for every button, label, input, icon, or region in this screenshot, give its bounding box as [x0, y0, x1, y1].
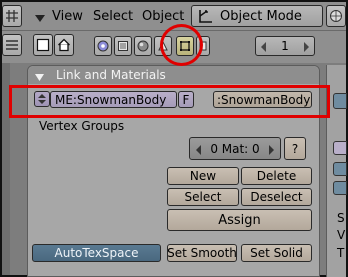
right-label: T [337, 246, 345, 260]
highlight-rectangle [9, 85, 330, 118]
collapse-menu-icon[interactable] [35, 12, 45, 22]
select-material-label: Select [184, 190, 222, 204]
right-label: V [337, 228, 346, 242]
vertex-groups-label: Vertex Groups [39, 119, 125, 133]
frame-number-value: 1 [281, 39, 289, 53]
frame-number-field[interactable]: 1 [255, 36, 315, 56]
script-context-icon[interactable] [114, 36, 132, 56]
right-panel-button[interactable] [333, 162, 347, 176]
panel-collapse-icon[interactable] [35, 71, 44, 81]
new-material-label: New [189, 169, 217, 183]
select-material-button[interactable]: Select [167, 188, 239, 206]
set-solid-button[interactable]: Set Solid [241, 244, 312, 262]
window-icon[interactable] [33, 34, 53, 56]
panel-title: Link and Materials [56, 68, 166, 82]
delete-material-label: Delete [256, 169, 297, 183]
right-panel-button[interactable] [333, 93, 347, 109]
help-label: ? [291, 141, 299, 156]
material-index-text: 0 Mat: 0 [210, 141, 260, 156]
arrow-right-icon[interactable] [303, 41, 309, 52]
autotexspace-toggle[interactable]: AutoTexSpace [32, 244, 161, 262]
editor-type-icon[interactable] [2, 5, 22, 27]
delete-material-button[interactable]: Delete [241, 167, 312, 185]
set-smooth-button[interactable]: Set Smooth [167, 244, 237, 262]
assign-material-label: Assign [218, 212, 261, 228]
arrow-left-icon[interactable] [261, 41, 267, 52]
home-icon[interactable] [54, 34, 74, 56]
set-solid-label: Set Solid [250, 246, 303, 260]
right-panel-button[interactable] [333, 181, 347, 195]
menu-view[interactable]: View [52, 9, 83, 25]
arrow-right-icon[interactable] [268, 144, 274, 155]
highlight-circle [160, 24, 203, 66]
set-smooth-label: Set Smooth [167, 246, 237, 260]
shading-context-icon[interactable] [134, 36, 152, 56]
deselect-material-label: Deselect [250, 190, 303, 204]
viewport-shading-icon[interactable] [326, 5, 346, 27]
deselect-material-button[interactable]: Deselect [241, 188, 312, 206]
autotexspace-label: AutoTexSpace [54, 246, 139, 260]
right-panel-button[interactable] [333, 141, 347, 155]
mode-select-label: Object Mode [220, 8, 302, 24]
assign-material-button[interactable]: Assign [167, 209, 312, 231]
panel-list-icon[interactable] [2, 34, 22, 56]
menu-select[interactable]: Select [93, 9, 133, 25]
new-material-button[interactable]: New [167, 167, 239, 185]
panel-header[interactable]: Link and Materials [28, 66, 319, 84]
mode-select[interactable]: Object Mode [191, 5, 323, 27]
object-mode-icon [198, 8, 214, 24]
material-index-field[interactable]: 0 Mat: 0 [189, 137, 281, 160]
logic-context-icon[interactable] [94, 36, 112, 56]
menu-object[interactable]: Object [142, 9, 184, 25]
arrow-left-icon[interactable] [196, 144, 202, 155]
right-label: S [337, 211, 345, 225]
help-button[interactable]: ? [284, 137, 306, 160]
